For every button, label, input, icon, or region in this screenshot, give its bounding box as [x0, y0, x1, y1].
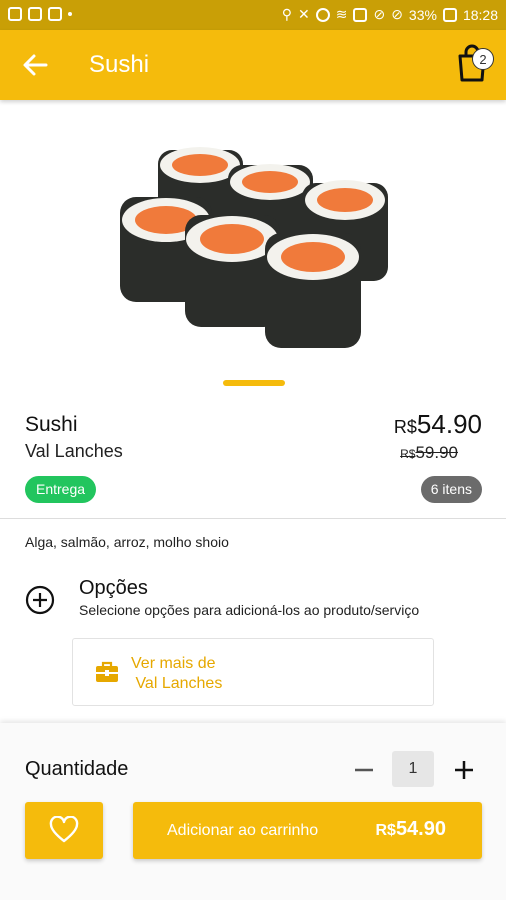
page-title: Sushi: [89, 51, 150, 78]
dnd-icon: ⊘: [373, 6, 386, 22]
sushi-roll: [265, 233, 361, 348]
currency-symbol: R$: [375, 822, 396, 839]
cart-count-badge: 2: [472, 48, 494, 70]
old-price: R$59.90: [400, 443, 458, 463]
briefcase-icon: [96, 661, 118, 682]
status-left-icons: [8, 7, 72, 21]
back-arrow-icon[interactable]: [20, 50, 50, 80]
alarm-icon: [315, 7, 330, 22]
notification-icon: [28, 7, 42, 21]
image-carousel-indicator[interactable]: [223, 380, 285, 386]
clock: 18:28: [462, 6, 498, 23]
instagram-icon: [8, 7, 22, 21]
store-name: Val Lanches: [25, 441, 123, 461]
location-icon: ⚲: [281, 6, 292, 22]
wifi-icon: ≋: [335, 6, 348, 22]
delivery-badge: Entrega: [25, 476, 97, 503]
minus-icon[interactable]: [352, 755, 376, 785]
items-count-badge: 6 itens: [420, 476, 482, 503]
status-right-icons: ⚲ ✕ ≋ ⊘ ⊘ 33% 18:28: [282, 6, 498, 23]
add-to-cart-total: R$54.90: [375, 818, 446, 841]
currency-symbol: R$: [400, 447, 416, 461]
battery-icon: [442, 7, 457, 22]
see-more-store-label: Ver mais de Val Lanches: [131, 655, 223, 692]
battery-percent: 33%: [408, 6, 437, 23]
old-price-value: 59.90: [415, 443, 458, 462]
product-name: Sushi: [25, 413, 78, 436]
heart-icon: [49, 816, 79, 843]
options-title[interactable]: Opções: [79, 577, 148, 600]
add-to-cart-label: Adicionar ao carrinho: [167, 822, 319, 839]
divider: [0, 518, 506, 519]
purchase-footer: Quantidade 1 Adicionar ao carrinho R$54.…: [0, 723, 506, 900]
quantity-label: Quantidade: [25, 758, 129, 780]
current-price: R$54.90: [394, 409, 482, 440]
plus-icon[interactable]: [452, 755, 476, 785]
mute-icon: ✕: [297, 6, 310, 22]
options-subtitle: Selecione opções para adicioná-los ao pr…: [79, 602, 420, 618]
add-circle-icon[interactable]: [25, 585, 55, 615]
no-signal-icon: ⊘: [391, 6, 403, 22]
add-to-cart-button[interactable]: Adicionar ao carrinho R$54.90: [133, 802, 482, 859]
total-value: 54.90: [395, 818, 446, 840]
more-notifications-icon: [68, 12, 72, 16]
product-description: Alga, salmão, arroz, molho shoio: [25, 534, 229, 550]
see-more-store-button[interactable]: Ver mais de Val Lanches: [72, 638, 434, 706]
product-image[interactable]: [110, 135, 400, 355]
favorite-button[interactable]: [25, 802, 103, 859]
data-icon: [353, 7, 368, 22]
notification-icon: [48, 7, 62, 21]
app-bar: Sushi: [0, 30, 506, 100]
quantity-value[interactable]: 1: [392, 751, 434, 787]
currency-symbol: R$: [393, 417, 417, 437]
current-price-value: 54.90: [416, 409, 482, 439]
status-bar: ⚲ ✕ ≋ ⊘ ⊘ 33% 18:28: [0, 0, 506, 30]
